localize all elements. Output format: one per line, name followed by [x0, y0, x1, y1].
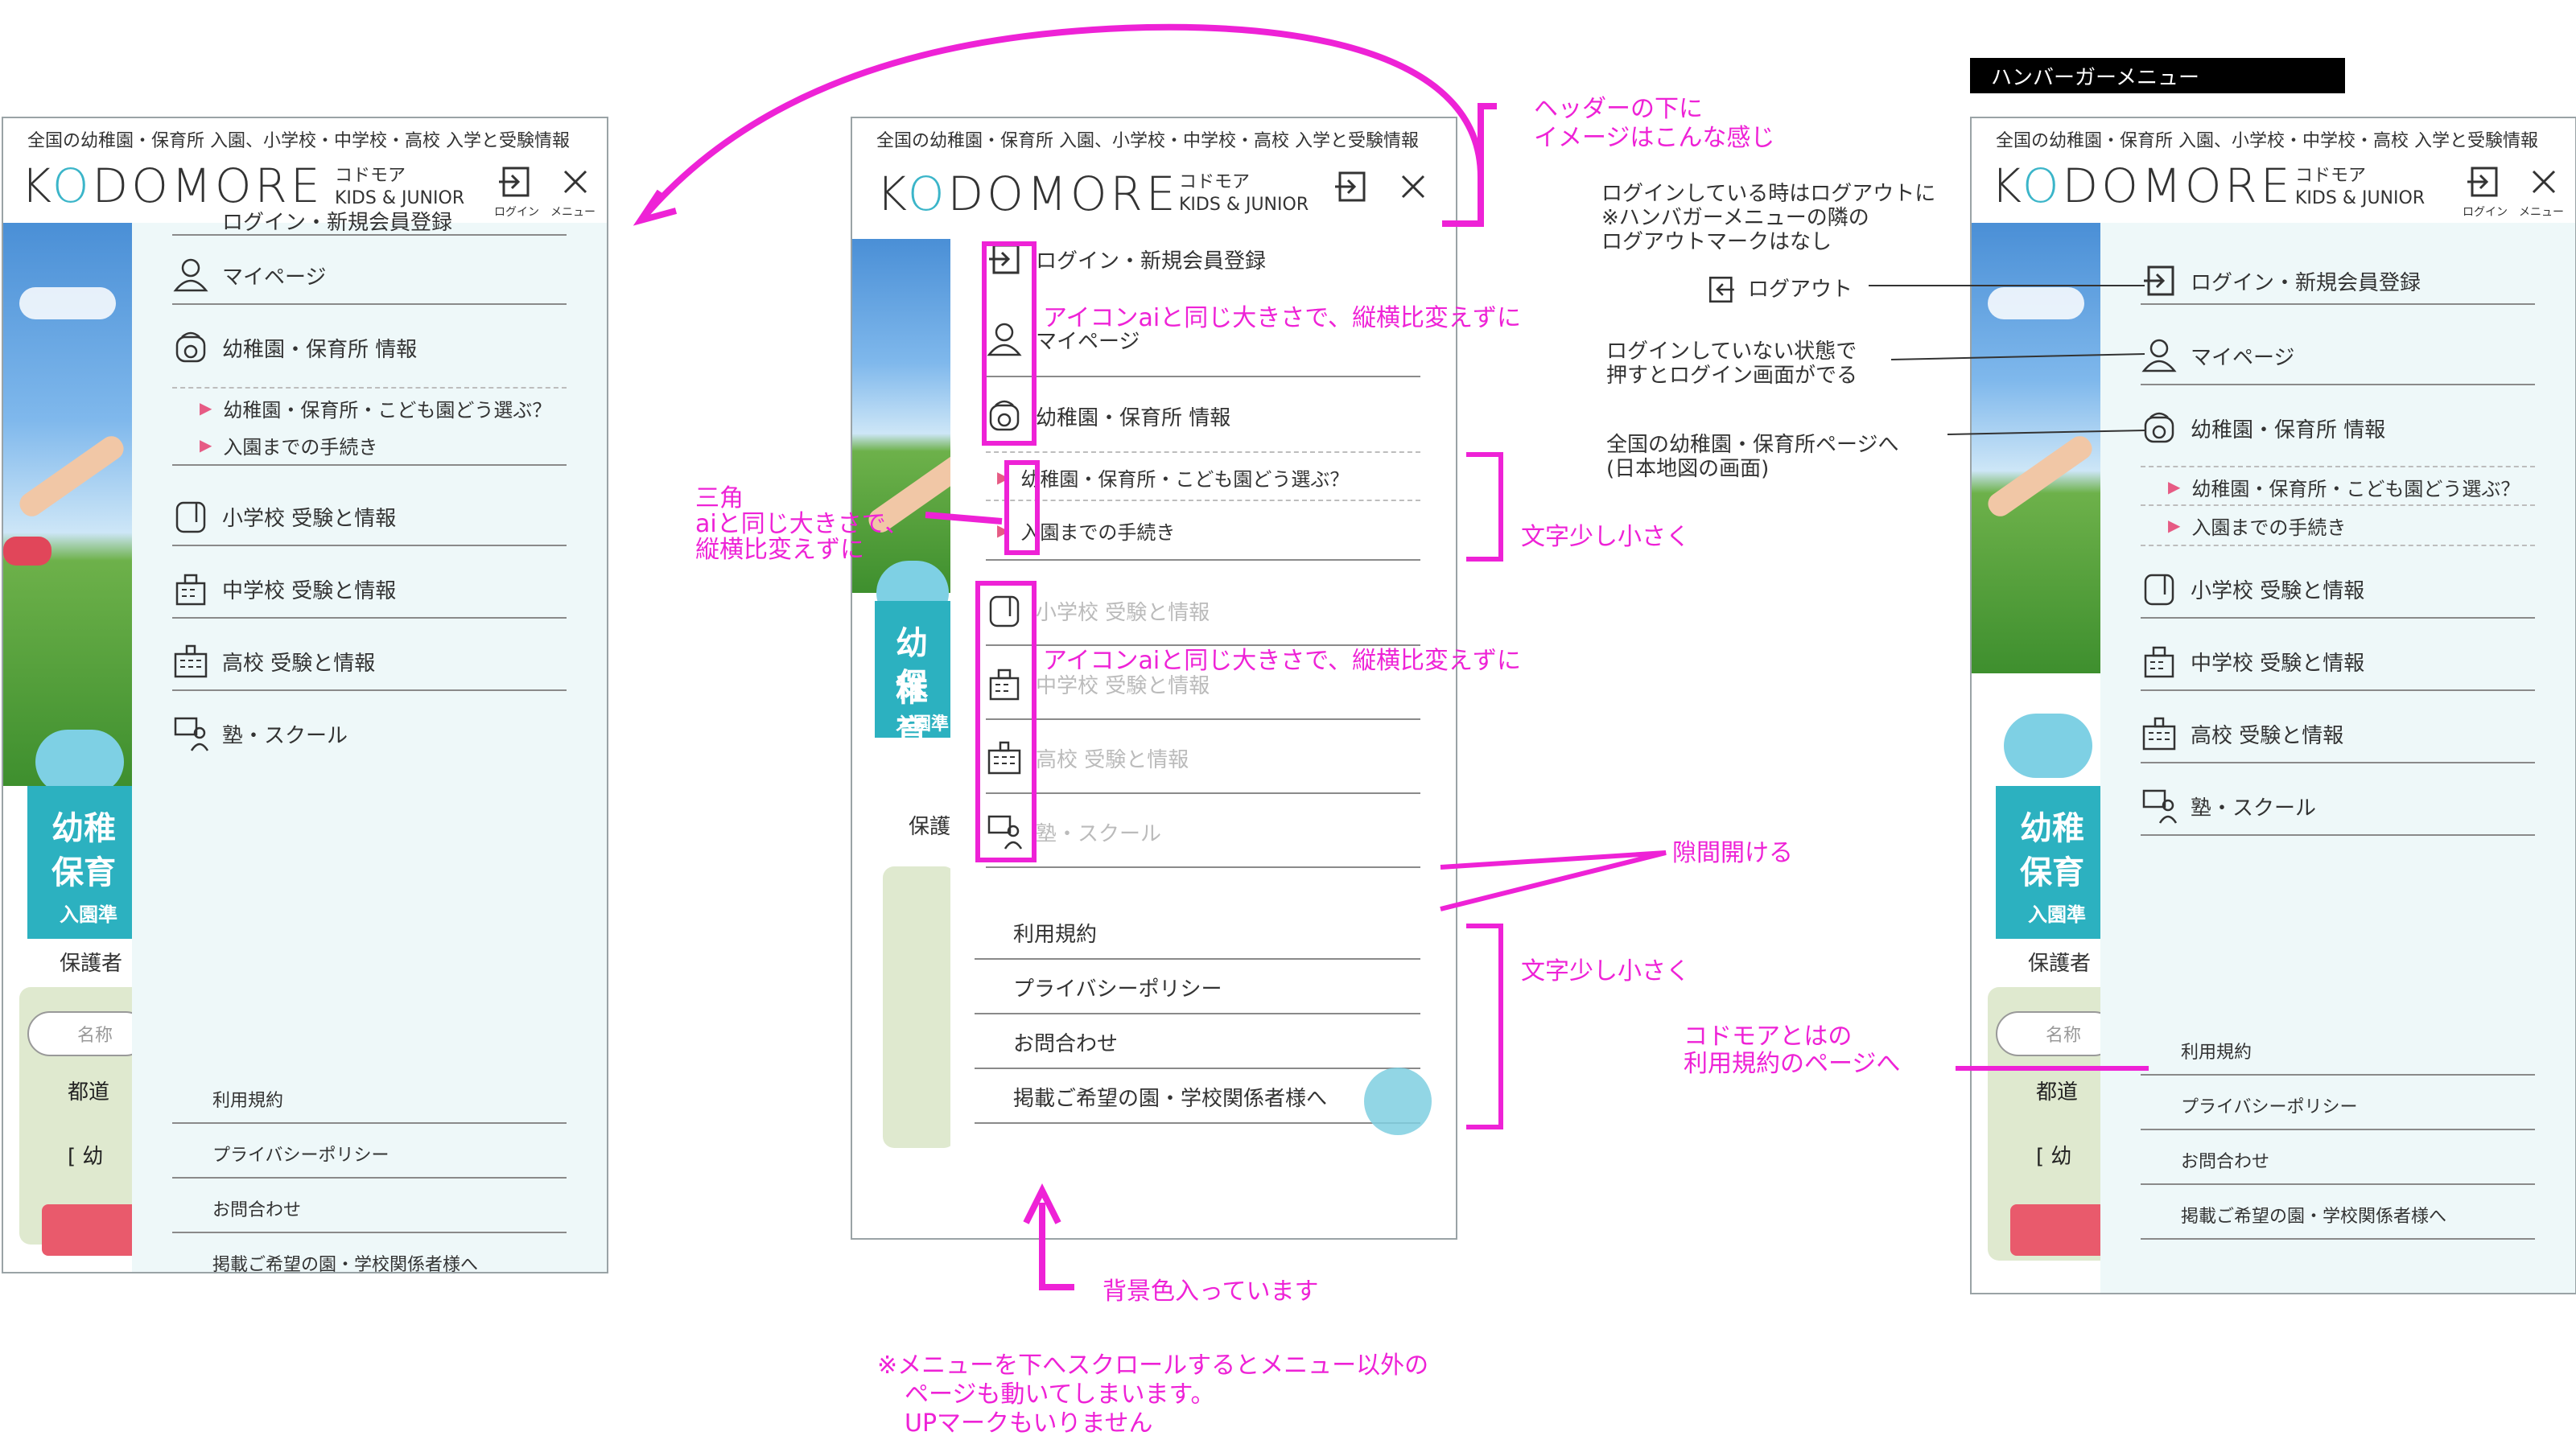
annotation-lines — [633, 23, 2149, 1290]
annotation-box-triangles — [1004, 460, 1040, 555]
annotation-not-logged-in: ログインしていない状態で 押すとログイン画面がでる — [1606, 339, 1858, 388]
annotation-smaller-text-2: 文字少し小さく — [1521, 957, 1690, 985]
annotation-icon-ratio-2: アイコンaiと同じ大きさで、縦横比変えずに — [1043, 647, 1522, 675]
arrow-head — [633, 189, 678, 226]
annotation-gap: 隙間開ける — [1672, 839, 1793, 867]
annotation-bg-color: 背景色入っています — [1103, 1277, 1319, 1306]
annotation-logout: ログアウト — [1706, 274, 1853, 306]
annotation-bracket-1 — [1466, 452, 1503, 562]
annotation-triangle: 三角 aiと同じ大きさで、 縦横比変えずに — [695, 484, 909, 564]
annotation-box-icons-top — [982, 241, 1037, 446]
annotation-nationwide: 全国の幼稚園・保育所ページへ (日本地図の画面) — [1606, 433, 1899, 481]
annotation-icon-ratio-1: アイコンaiと同じ大きさで、縦横比変えずに — [1043, 304, 1522, 332]
annotation-header-below: ヘッダーの下に イメージはこんな感じ — [1534, 95, 1775, 152]
annotation-box-icons-bottom — [975, 581, 1037, 862]
annotation-bracket-2 — [1466, 924, 1503, 1129]
annotation-smaller-text-1: 文字少し小さく — [1521, 523, 1690, 551]
annotation-kodomore-about: コドモアとはの 利用規約のページへ — [1684, 1022, 1901, 1078]
annotation-scroll-note: ※メニューを下へスクロールするとメニュー以外の ページも動いてしまいます。 UPマー… — [877, 1352, 1429, 1438]
annotation-logged-in: ログインしている時はログアウトに ※ハンバガーメニューの隣の ログアウトマークはなし — [1601, 182, 1936, 254]
logout-icon — [1708, 276, 1734, 303]
curved-arrow — [641, 23, 1484, 220]
